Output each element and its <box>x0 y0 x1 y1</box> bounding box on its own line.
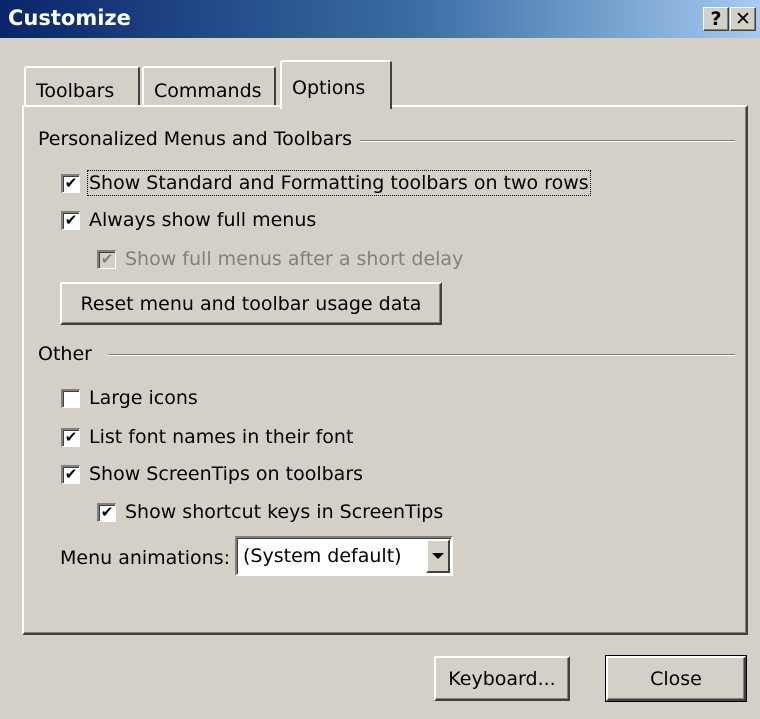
full-menus-checkbox[interactable]: ✔ <box>61 210 80 230</box>
personalized-heading: Personalized Menus and Toolbars <box>38 128 361 150</box>
shortcut-keys-checkbox[interactable]: ✔ <box>97 502 116 522</box>
shortcut-keys-label: Show shortcut keys in ScreenTips <box>125 501 444 523</box>
delay-option[interactable]: ✔ Show full menus after a short delay <box>97 248 463 270</box>
other-heading: Other <box>38 343 100 365</box>
delay-checkbox[interactable]: ✔ <box>97 249 116 269</box>
large-icons-checkbox[interactable] <box>61 388 80 408</box>
large-icons-option[interactable]: Large icons <box>61 387 198 409</box>
group-divider <box>360 140 735 142</box>
screentips-checkbox[interactable]: ✔ <box>61 464 80 484</box>
two-rows-option[interactable]: ✔ Show Standard and Formatting toolbars … <box>61 170 591 196</box>
shortcut-keys-option[interactable]: ✔ Show shortcut keys in ScreenTips <box>97 501 443 523</box>
full-menus-label: Always show full menus <box>89 209 317 231</box>
menu-animations-label: Menu animations: <box>60 547 231 569</box>
font-names-option[interactable]: ✔ List font names in their font <box>61 426 353 448</box>
chevron-down-icon <box>432 553 444 559</box>
delay-label: Show full menus after a short delay <box>125 248 464 270</box>
screentips-option[interactable]: ✔ Show ScreenTips on toolbars <box>61 463 363 485</box>
two-rows-checkbox[interactable]: ✔ <box>61 173 80 193</box>
reset-usage-button[interactable]: Reset menu and toolbar usage data <box>60 282 442 325</box>
full-menus-option[interactable]: ✔ Always show full menus <box>61 209 316 231</box>
screentips-label: Show ScreenTips on toolbars <box>89 463 364 485</box>
font-names-label: List font names in their font <box>89 426 354 448</box>
two-rows-label: Show Standard and Formatting toolbars on… <box>87 170 591 196</box>
font-names-checkbox[interactable]: ✔ <box>61 427 80 447</box>
dropdown-arrow-button[interactable] <box>426 539 450 573</box>
large-icons-label: Large icons <box>89 387 198 409</box>
menu-animations-value: (System default) <box>243 545 402 567</box>
menu-animations-select[interactable]: (System default) <box>235 536 453 576</box>
group-divider <box>108 354 735 356</box>
